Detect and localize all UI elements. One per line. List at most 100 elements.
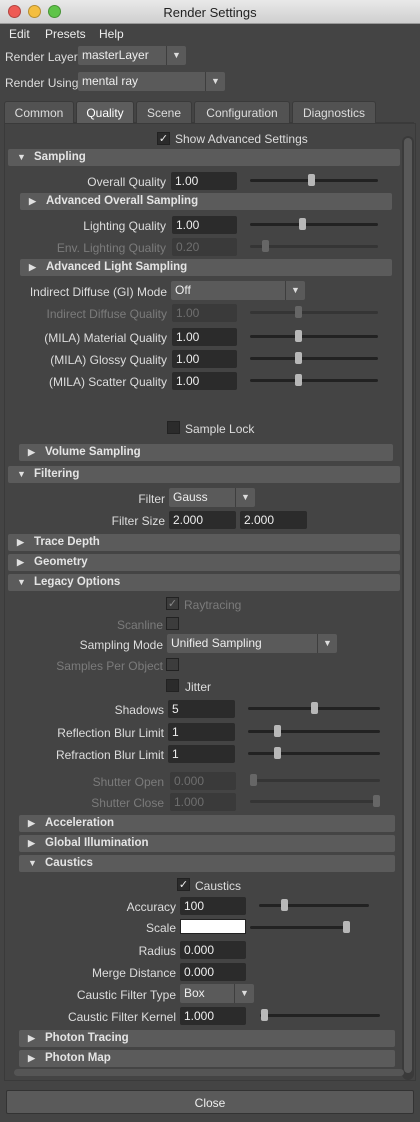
slider-handle[interactable]: [343, 921, 350, 933]
menu-bar: Edit Presets Help: [0, 24, 420, 44]
overall-quality-field[interactable]: 1.00: [171, 172, 237, 190]
caustic-filter-kernel-slider[interactable]: [260, 1009, 380, 1021]
accuracy-field[interactable]: 100: [180, 897, 246, 915]
section-advanced-overall-sampling[interactable]: ▶ Advanced Overall Sampling: [20, 193, 392, 210]
accuracy-slider[interactable]: [259, 899, 369, 911]
glossy-quality-field[interactable]: 1.00: [172, 350, 237, 368]
section-acceleration[interactable]: ▶ Acceleration: [19, 815, 395, 832]
section-trace-depth[interactable]: ▶ Trace Depth: [8, 534, 400, 551]
shadows-slider[interactable]: [248, 702, 380, 714]
slider-handle[interactable]: [295, 352, 302, 364]
filter-dropdown[interactable]: Gauss ▼: [169, 488, 255, 507]
caustic-filter-type-label: Caustic Filter Type: [76, 988, 176, 1002]
radius-field[interactable]: 0.000: [180, 941, 246, 959]
section-advanced-light-sampling[interactable]: ▶ Advanced Light Sampling: [20, 259, 392, 276]
menu-help[interactable]: Help: [99, 27, 124, 41]
slider-handle[interactable]: [299, 218, 306, 230]
section-legacy-options[interactable]: ▼ Legacy Options: [8, 574, 400, 591]
refraction-blur-field[interactable]: 1: [168, 745, 235, 763]
scatter-quality-field[interactable]: 1.00: [172, 372, 237, 390]
scale-slider[interactable]: [250, 921, 350, 933]
section-sampling-title: Sampling: [34, 151, 86, 163]
gi-mode-dropdown[interactable]: Off ▼: [171, 281, 305, 300]
caustic-filter-type-dropdown[interactable]: Box ▼: [180, 984, 254, 1003]
tab-scene[interactable]: Scene: [136, 101, 192, 123]
accuracy-label: Accuracy: [126, 900, 176, 914]
section-global-illumination[interactable]: ▶ Global Illumination: [19, 835, 395, 852]
scale-color-swatch[interactable]: [180, 919, 246, 934]
slider-handle[interactable]: [281, 899, 288, 911]
slider-handle[interactable]: [295, 330, 302, 342]
material-quality-slider[interactable]: [250, 330, 378, 342]
slider-handle[interactable]: [311, 702, 318, 714]
section-photon-tracing[interactable]: ▶ Photon Tracing: [19, 1030, 395, 1047]
jitter-checkbox[interactable]: [166, 679, 179, 692]
tab-common[interactable]: Common: [4, 101, 74, 123]
glossy-quality-slider[interactable]: [250, 352, 378, 364]
section-gi-title: Global Illumination: [45, 837, 149, 849]
filter-size-x-field[interactable]: 2.000: [169, 511, 236, 529]
sampling-mode-dropdown[interactable]: Unified Sampling ▼: [167, 634, 337, 653]
section-volume-sampling[interactable]: ▶ Volume Sampling: [19, 444, 393, 461]
render-layer-label: Render Layer: [5, 50, 78, 64]
render-layer-dropdown[interactable]: masterLayer ▼: [78, 46, 186, 65]
show-advanced-checkbox[interactable]: ✓: [157, 132, 170, 145]
section-caustics[interactable]: ▼ Caustics: [19, 855, 395, 872]
material-quality-field[interactable]: 1.00: [172, 328, 237, 346]
chevron-down-icon: ▼: [317, 634, 337, 653]
scanline-checkbox: [166, 617, 179, 630]
reflection-blur-slider[interactable]: [248, 725, 380, 737]
refraction-blur-slider[interactable]: [248, 747, 380, 759]
tab-configuration[interactable]: Configuration: [194, 101, 290, 123]
filter-label: Filter: [138, 492, 165, 506]
samples-per-object-checkbox: [166, 658, 179, 671]
shutter-close-field: 1.000: [170, 793, 236, 811]
vertical-scrollbar-thumb[interactable]: [404, 138, 412, 1073]
collapsed-triangle-icon: ▶: [28, 1053, 35, 1063]
chevron-down-icon: ▼: [205, 72, 225, 91]
raytracing-label: Raytracing: [184, 598, 242, 612]
slider-handle[interactable]: [308, 174, 315, 186]
caustics-enable-label: Caustics: [195, 879, 242, 893]
slider-handle[interactable]: [274, 725, 281, 737]
section-photon-map[interactable]: ▶ Photon Map: [19, 1050, 395, 1067]
env-lighting-quality-slider: [250, 240, 378, 252]
chevron-down-icon: ▼: [166, 46, 186, 65]
slider-handle[interactable]: [295, 374, 302, 386]
section-legacy-title: Legacy Options: [34, 576, 121, 588]
lighting-quality-slider[interactable]: [250, 218, 378, 230]
samples-per-object-label: Samples Per Object: [56, 659, 163, 673]
horizontal-scrollbar[interactable]: [14, 1069, 404, 1076]
section-advanced-overall-title: Advanced Overall Sampling: [46, 195, 199, 207]
filter-size-y-field[interactable]: 2.000: [240, 511, 307, 529]
scale-label: Scale: [145, 921, 176, 935]
scatter-quality-slider[interactable]: [250, 374, 378, 386]
section-geometry[interactable]: ▶ Geometry: [8, 554, 400, 571]
chevron-down-icon: ▼: [234, 984, 254, 1003]
close-button[interactable]: Close: [6, 1090, 414, 1114]
lighting-quality-field[interactable]: 1.00: [172, 216, 237, 234]
menu-edit[interactable]: Edit: [9, 27, 30, 41]
merge-distance-field[interactable]: 0.000: [180, 963, 246, 981]
slider-handle[interactable]: [261, 1009, 268, 1021]
glossy-quality-label: (MILA) Glossy Quality: [50, 353, 167, 367]
section-sampling[interactable]: ▼ Sampling: [8, 149, 400, 166]
caustics-checkbox[interactable]: ✓: [177, 878, 190, 891]
slider-handle[interactable]: [274, 747, 281, 759]
section-filtering[interactable]: ▼ Filtering: [8, 466, 400, 483]
caustic-filter-kernel-field[interactable]: 1.000: [180, 1007, 246, 1025]
tab-diagnostics[interactable]: Diagnostics: [292, 101, 376, 123]
section-photon-tracing-title: Photon Tracing: [45, 1032, 129, 1044]
reflection-blur-field[interactable]: 1: [168, 723, 235, 741]
render-using-dropdown[interactable]: mental ray ▼: [78, 72, 225, 91]
section-advanced-light-title: Advanced Light Sampling: [46, 261, 188, 273]
menu-presets[interactable]: Presets: [45, 27, 86, 41]
sample-lock-checkbox[interactable]: [167, 421, 180, 434]
scatter-quality-label: (MILA) Scatter Quality: [48, 375, 167, 389]
shadows-field[interactable]: 5: [168, 700, 235, 718]
collapsed-triangle-icon: ▶: [28, 838, 35, 848]
render-using-value: mental ray: [82, 74, 139, 88]
radius-label: Radius: [138, 944, 176, 958]
overall-quality-slider[interactable]: [250, 174, 378, 186]
tab-quality[interactable]: Quality: [76, 101, 134, 123]
